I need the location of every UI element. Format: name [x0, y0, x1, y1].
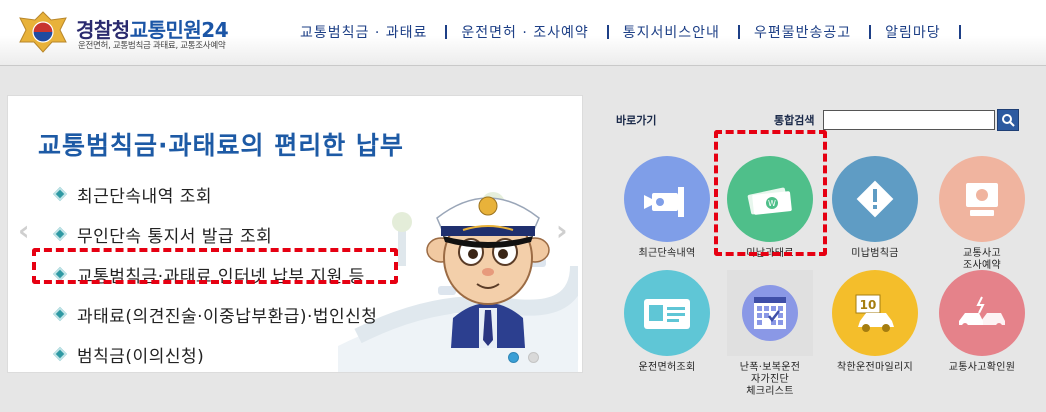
money-icon: W	[747, 187, 792, 215]
police-emblem-icon	[19, 11, 67, 53]
svg-text:10: 10	[860, 298, 877, 312]
nav-notification[interactable]: 통지서비스안내	[623, 22, 720, 42]
svg-text:W: W	[768, 199, 776, 208]
tile-label: 난폭·보복운전 자가진단 체크리스트	[739, 362, 801, 397]
tile-label: 미납범칙금	[851, 248, 899, 259]
banner-next-button[interactable]: ›	[556, 217, 570, 245]
diamond-bullet-icon	[52, 186, 68, 202]
mileage-car-icon: 10	[855, 294, 894, 332]
logo-subtitle: 운전면허, 교통범칙금 과태료, 교통조사예약	[78, 41, 226, 51]
tile-reckless-driving-checklist[interactable]: 난폭·보복운전 자가진단 체크리스트	[718, 270, 822, 398]
tile-accident-certificate[interactable]: 교통사고확인원	[930, 270, 1034, 374]
nav-divider	[737, 25, 740, 39]
nav-divider	[606, 25, 609, 39]
search-button[interactable]	[997, 109, 1019, 131]
site-header: 경찰청교통민원24 운전면허, 교통범칙금 과태료, 교통조사예약 교통범칙금 …	[0, 0, 1046, 66]
nav-license[interactable]: 운전면허 · 조사예약	[461, 22, 588, 42]
banner-pagination	[508, 352, 539, 363]
tile-circle: 10	[832, 270, 918, 356]
tile-recent-violations[interactable]: 최근단속내역	[615, 156, 719, 260]
tile-license-lookup[interactable]: 운전면허조회	[615, 270, 719, 374]
tile-circle	[624, 270, 710, 356]
main-banner: 교통범칙금·과태료의 편리한 납부 최근단속내역 조회 무인단속 통지서 발급 …	[7, 95, 583, 373]
nav-fines[interactable]: 교통범칙금 · 과태료	[300, 22, 427, 42]
nav-divider	[869, 25, 872, 39]
tile-square	[727, 270, 813, 356]
menu-item-penalty-objection[interactable]: 범칙금(이의신청)	[52, 334, 377, 372]
menu-item-label: 범칙금(이의신청)	[77, 346, 205, 367]
tile-circle	[939, 156, 1025, 242]
tile-circle: W	[727, 156, 813, 242]
camera-icon	[644, 187, 684, 217]
tile-accident-appointment[interactable]: 교통사고 조사예약	[930, 156, 1034, 272]
tile-label: 운전면허조회	[638, 362, 696, 373]
diamond-bullet-icon	[52, 346, 68, 362]
tile-circle	[939, 270, 1025, 356]
menu-item-recent-violations[interactable]: 최근단속내역 조회	[52, 174, 377, 214]
nav-divider	[445, 25, 448, 39]
main-nav: 교통범칙금 · 과태료 운전면허 · 조사예약 통지서비스안내 우편물반송공고 …	[300, 20, 975, 44]
menu-item-fine-objection[interactable]: 과태료(의견진술·이중납부환급)·법인신청	[52, 294, 377, 334]
search-input[interactable]	[823, 110, 995, 130]
tile-label: 교통사고 조사예약	[963, 248, 1001, 271]
tile-label: 최근단속내역	[638, 248, 696, 259]
banner-dot-2[interactable]	[528, 352, 539, 363]
nav-divider	[958, 25, 961, 39]
search-label: 통합검색	[774, 114, 815, 127]
diamond-bullet-icon	[52, 306, 68, 322]
tile-circle	[624, 156, 710, 242]
banner-title: 교통범칙금·과태료의 편리한 납부	[38, 131, 404, 160]
police-officer-mascot-icon	[426, 196, 550, 348]
warning-sign-icon	[856, 180, 894, 218]
tile-label: 착한운전마일리지	[837, 362, 913, 373]
menu-item-label: 과태료(의견진술·이중납부환급)·법인신청	[77, 306, 378, 327]
menu-item-label: 최근단속내역 조회	[77, 186, 213, 207]
tile-good-driving-mileage[interactable]: 10 착한운전마일리지	[823, 270, 927, 374]
diamond-bullet-icon	[52, 226, 68, 242]
tile-unpaid-penalties[interactable]: 미납범칙금	[823, 156, 927, 260]
tile-label: 교통사고확인원	[948, 362, 1016, 373]
car-crash-icon	[959, 296, 1005, 329]
tile-circle	[832, 156, 918, 242]
tile-label: 미납과태료	[746, 248, 794, 259]
search-icon	[1002, 114, 1015, 127]
computer-icon	[966, 183, 998, 216]
quick-links-label: 바로가기	[616, 114, 657, 127]
tile-unpaid-fines[interactable]: W 미납과태료	[718, 156, 822, 260]
calendar-check-icon	[742, 285, 798, 341]
license-card-icon	[644, 299, 690, 329]
nav-notices[interactable]: 알림마당	[885, 22, 941, 42]
banner-prev-button[interactable]: ‹	[18, 217, 32, 245]
highlight-dashed-box	[32, 248, 398, 284]
site-logo[interactable]: 경찰청교통민원24 운전면허, 교통범칙금 과태료, 교통조사예약	[16, 10, 256, 56]
nav-returned-mail[interactable]: 우편물반송공고	[754, 22, 851, 42]
banner-dot-1[interactable]	[508, 352, 519, 363]
menu-item-label: 무인단속 통지서 발급 조회	[77, 226, 273, 247]
